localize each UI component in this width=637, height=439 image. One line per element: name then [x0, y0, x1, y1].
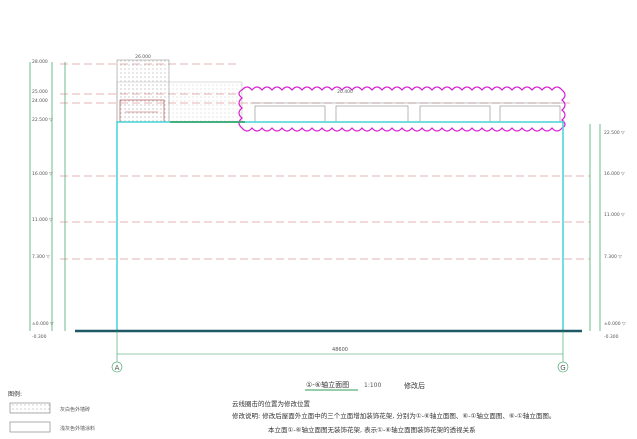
revision-cloud — [238, 86, 566, 132]
main-facade — [116, 121, 564, 332]
left-level-labels: 28.000 25.000 24.000 22.500 ▽ 16.000 ▽ 1… — [32, 59, 54, 340]
parapet-dimension: 26.000 — [135, 54, 151, 60]
drawing-scale: 1:100 — [364, 382, 381, 389]
level-label: -0.300 — [604, 334, 619, 340]
note-line-2: 修改说明: 修改后屋面外立面中的三个立面增加装饰花架, 分别为①-⑥轴立面图、⑥… — [232, 411, 555, 420]
level-label: 25.000 — [32, 89, 48, 95]
note-line-3: 本立面①-⑥轴立面图无装饰花架, 表示①-⑥轴立面图装饰花架的透视关系 — [268, 425, 476, 434]
roof-span-dimension: 20.400 — [337, 89, 353, 95]
legend-label: 灰白色外墙砖 — [60, 406, 90, 413]
level-label: 28.000 — [32, 59, 48, 65]
level-label: 7.300 ▽ — [604, 254, 622, 260]
right-dimension-chain — [589, 124, 601, 331]
note-line-1: 云线圈击的位置为修改位置 — [232, 399, 311, 408]
elevation-drawing: A G 48600 20.400 26.000 28.000 25.000 24… — [8, 54, 626, 434]
level-label: ±0.000 ▽ — [604, 321, 626, 327]
axis-label-right: G — [560, 364, 565, 372]
drawing-status: 修改后 — [404, 381, 425, 390]
level-label: 11.000 ▽ — [32, 217, 53, 223]
legend-heading: 图例: — [8, 390, 22, 398]
total-width-dimension: 48600 — [332, 347, 348, 353]
level-label: -0.300 — [32, 334, 47, 340]
level-label: 24.000 — [32, 98, 48, 104]
level-label: 22.500 ▽ — [32, 117, 53, 123]
level-label: 16.000 ▽ — [604, 171, 625, 177]
drawing-title: ①-⑥轴立面图 — [306, 380, 349, 389]
right-level-labels: 22.500 ▽ 16.000 ▽ 11.000 ▽ 7.300 ▽ ±0.00… — [604, 130, 626, 340]
decorative-trellis — [250, 102, 565, 123]
legend-swatch-paint — [9, 421, 51, 433]
axis-label-left: A — [115, 364, 120, 372]
level-label: ±0.000 ▽ — [32, 321, 54, 327]
roof-volumes — [116, 59, 243, 123]
level-label: 22.500 ▽ — [604, 130, 625, 136]
level-label: 7.300 ▽ — [32, 254, 50, 260]
level-label: 16.000 ▽ — [32, 171, 53, 177]
level-label: 11.000 ▽ — [604, 212, 625, 218]
legend-swatch-tile — [9, 402, 51, 414]
legend-label: 浅灰色外墙涂料 — [60, 425, 95, 432]
